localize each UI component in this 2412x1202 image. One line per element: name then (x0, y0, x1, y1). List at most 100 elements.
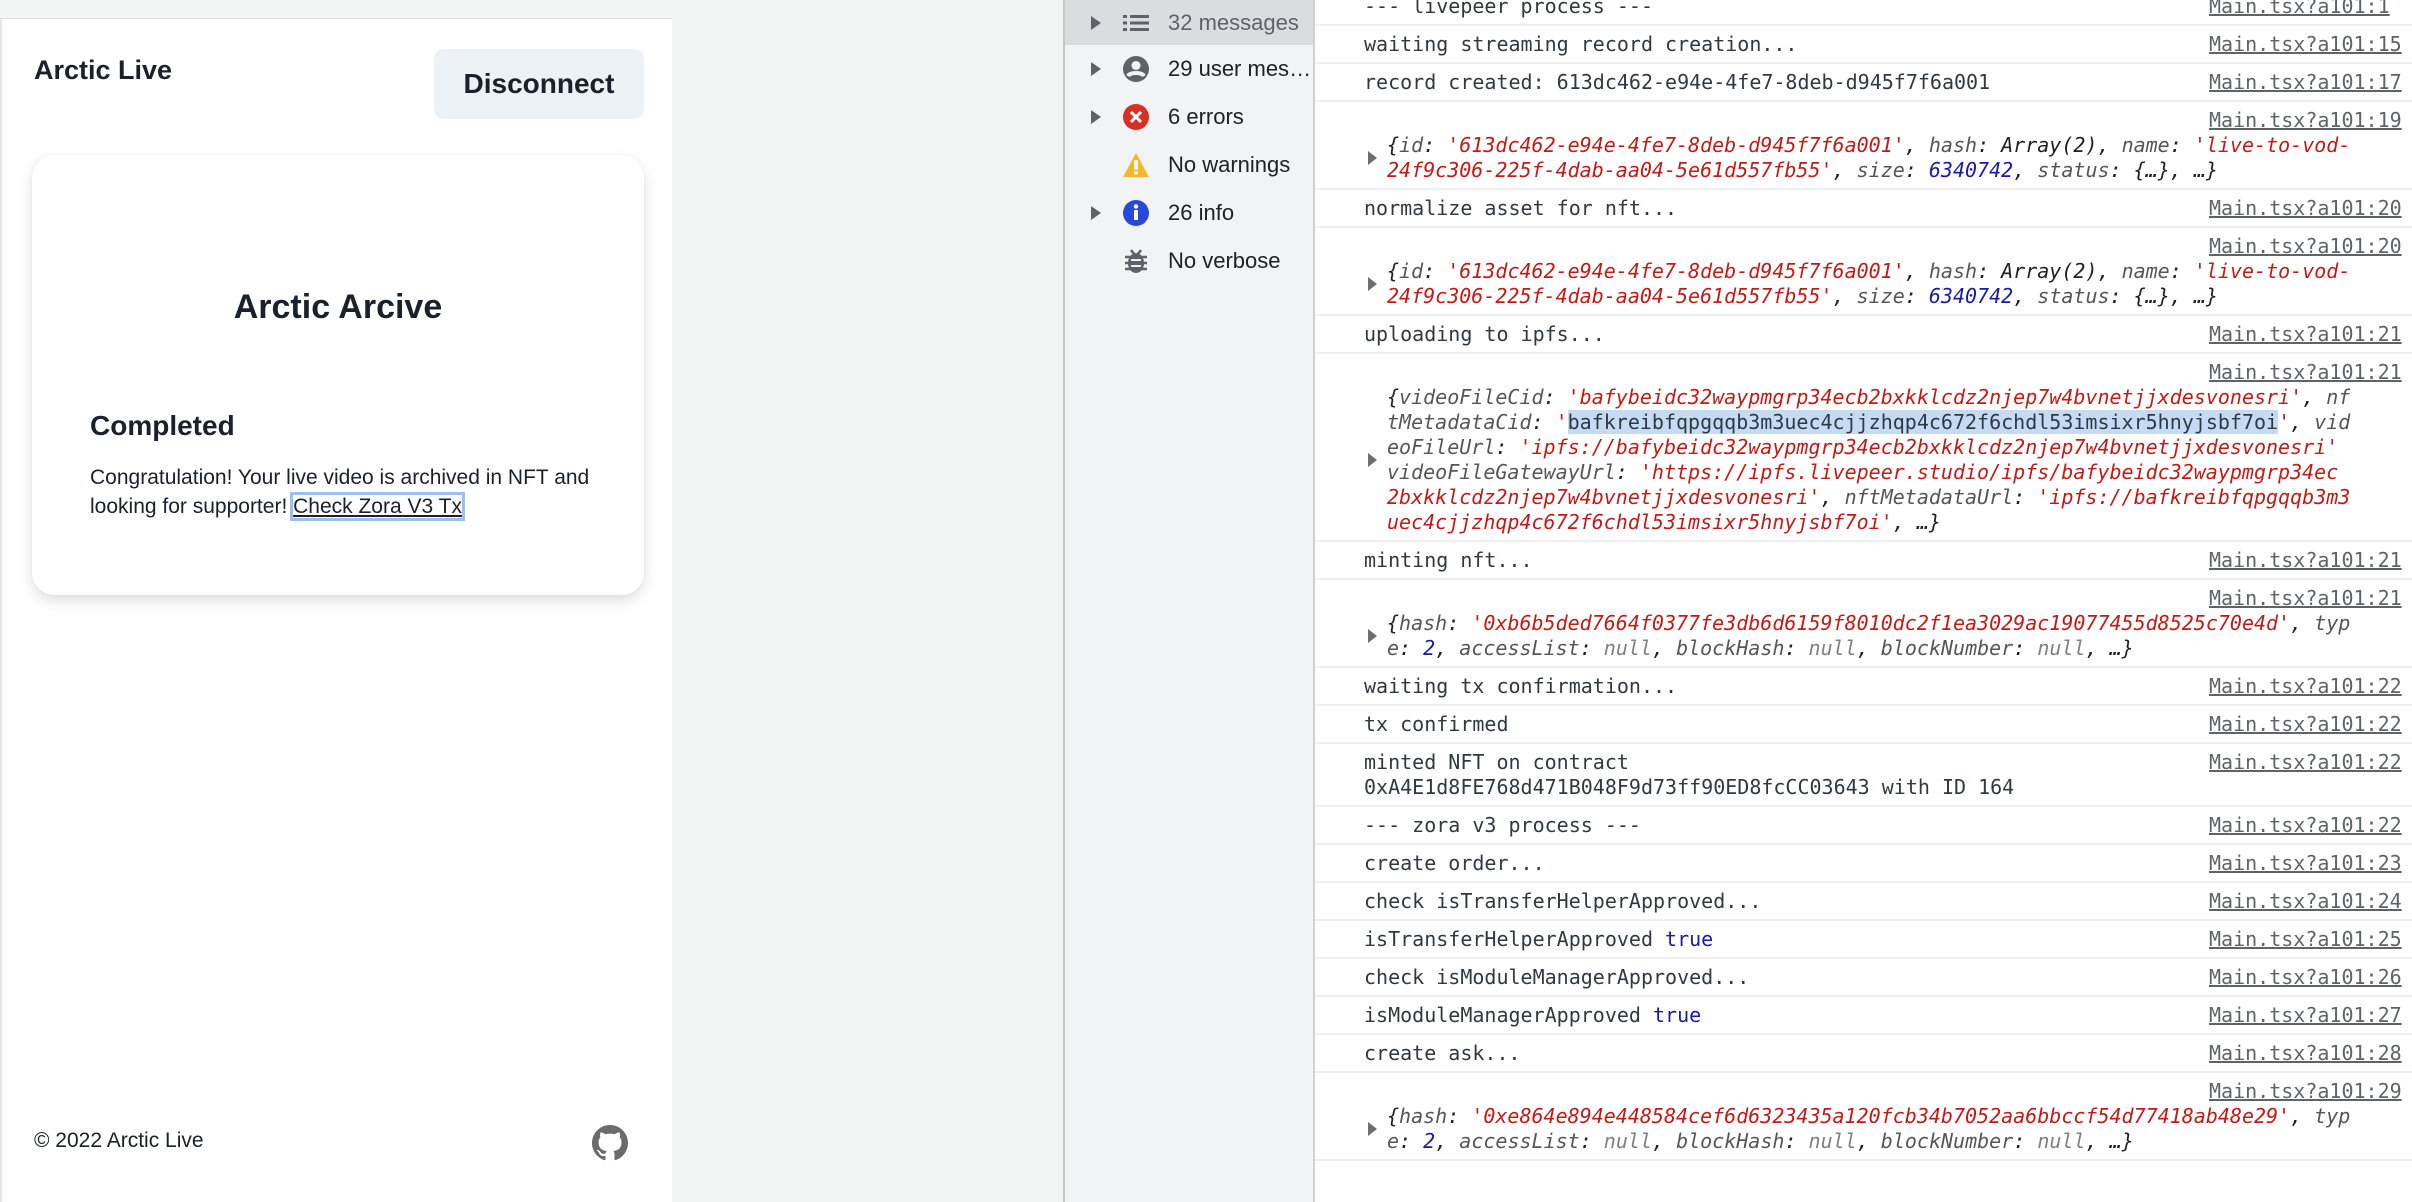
token: , (1435, 636, 1460, 660)
sidebar-item-list[interactable]: 32 messages (1065, 0, 1313, 45)
message-text: --- livepeer process --- (1364, 0, 2194, 19)
github-icon[interactable] (592, 1125, 628, 1161)
expand-triangle-icon[interactable] (1091, 110, 1101, 124)
message-text: minting nft... (1364, 548, 2194, 573)
object-preview[interactable]: {hash: '0xe864e894e448584cef6d6323435a12… (1364, 1104, 2412, 1154)
source-link[interactable]: Main.tsx?a101:17 (2209, 70, 2402, 95)
token: 2 (1423, 636, 1436, 660)
object-line: {id: '613dc462-e94e-4fe7-8deb-d945f7f6a0… (1387, 133, 2412, 158)
source-link[interactable]: Main.tsx?a101:22 (2209, 750, 2402, 775)
token: 'live-to-vod- (2193, 133, 2351, 157)
source-link[interactable]: Main.tsx?a101:28 (2209, 1041, 2402, 1066)
sidebar-item-info[interactable]: 26 info (1065, 189, 1313, 237)
sidebar-item-bug[interactable]: No verbose (1065, 237, 1313, 285)
expand-triangle-icon[interactable] (1368, 151, 1377, 165)
card-title: Arctic Arcive (233, 288, 443, 326)
sidebar-item-warning[interactable]: No warnings (1065, 141, 1313, 189)
source-link[interactable]: Main.tsx?a101:24 (2209, 889, 2402, 914)
object-preview[interactable]: {id: '613dc462-e94e-4fe7-8deb-d945f7f6a0… (1364, 259, 2412, 309)
source-link[interactable]: Main.tsx?a101:29 (2209, 1079, 2402, 1104)
object-line: uec4cjjzhqp4c672f6chdl53imsixr5hnyjsbf7o… (1387, 510, 2412, 535)
source-link[interactable]: Main.tsx?a101:23 (2209, 851, 2402, 876)
expand-triangle-icon[interactable] (1368, 1122, 1377, 1136)
token: : (1495, 435, 1520, 459)
message-text: waiting streaming record creation... (1364, 32, 2194, 57)
source-link[interactable]: Main.tsx?a101:21 (2209, 586, 2402, 611)
object-preview[interactable]: {hash: '0xb6b5ded7664f0377fe3db6d6159f80… (1364, 611, 2412, 661)
expand-triangle-icon[interactable] (1368, 629, 1377, 643)
token: 'https://ipfs.livepeer.studio/ipfs/bafyb… (1639, 460, 2339, 484)
source-link[interactable]: Main.tsx?a101:20 (2209, 196, 2402, 221)
token: status (2037, 158, 2110, 182)
source-link[interactable]: Main.tsx?a101:1 (2209, 0, 2390, 19)
console-message: Main.tsx?a101:29 {hash: '0xe864e894e44858… (1315, 1073, 2412, 1161)
source-link[interactable]: Main.tsx?a101:15 (2209, 32, 2402, 57)
sidebar-item-label: 26 info (1168, 200, 1235, 225)
token: accessList (1459, 636, 1580, 660)
sidebar-item-label: 29 user messages (1168, 56, 1313, 81)
console-message: Main.tsx?a101:19 {id: '613dc462-e94e-4fe7… (1315, 102, 2412, 190)
token: : (1579, 1129, 1604, 1153)
console-message: Main.tsx?a101:20 {id: '613dc462-e94e-4fe7… (1315, 228, 2412, 316)
source-link[interactable]: Main.tsx?a101:26 (2209, 965, 2402, 990)
expand-triangle-icon[interactable] (1368, 277, 1377, 291)
sidebar-item-label: No warnings (1168, 152, 1291, 177)
token: videoFileGatewayUrl (1387, 460, 1616, 484)
check-zora-tx-link[interactable]: Check Zora V3 Tx (290, 492, 465, 521)
token: , (2013, 284, 2038, 308)
error-icon (1122, 103, 1150, 131)
sidebar-item-error[interactable]: 6 errors (1065, 93, 1313, 141)
token: 'live-to-vod- (2193, 259, 2351, 283)
source-link[interactable]: Main.tsx?a101:19 (2209, 108, 2402, 133)
message-value: true (1652, 1003, 1702, 1027)
token: : (2169, 133, 2194, 157)
token: nf (2326, 385, 2351, 409)
token: typ (2314, 1104, 2351, 1128)
object-line: 2bxkklcdz2njep7w4bvnetjjxdesvonesri', nf… (1387, 485, 2412, 510)
token: eoFileUrl (1387, 435, 1496, 459)
message-text: --- zora v3 process --- (1364, 813, 2194, 838)
expand-triangle-icon[interactable] (1091, 206, 1101, 220)
message-value: true (1665, 927, 1714, 951)
source-link[interactable]: Main.tsx?a101:21 (2209, 322, 2402, 347)
token: '0xe864e894e448584cef6d6323435a120fcb34b… (1471, 1104, 2291, 1128)
token: : (1423, 133, 1448, 157)
source-link[interactable]: Main.tsx?a101:22 (2209, 674, 2402, 699)
source-link[interactable]: Main.tsx?a101:21 (2209, 360, 2402, 385)
token: 6340742 (1928, 158, 2014, 182)
object-line: {hash: '0xb6b5ded7664f0377fe3db6d6159f80… (1387, 611, 2412, 636)
object-preview[interactable]: {videoFileCid: 'bafybeidc32waypmgrp34ecb… (1364, 385, 2412, 535)
token: 24f9c306-225f-4dab-aa04-5e61d557fb55' (1387, 158, 1833, 182)
token: blockNumber (1880, 636, 2014, 660)
token: id (1399, 133, 1424, 157)
source-link[interactable]: Main.tsx?a101:22 (2209, 712, 2402, 737)
object-preview[interactable]: {id: '613dc462-e94e-4fe7-8deb-d945f7f6a0… (1364, 133, 2412, 183)
message-text: minted NFT on contract 0xA4E1d8FE768d471… (1364, 750, 2194, 800)
disconnect-button[interactable]: Disconnect (434, 49, 644, 119)
source-link[interactable]: Main.tsx?a101:20 (2209, 234, 2402, 259)
source-link[interactable]: Main.tsx?a101:27 (2209, 1003, 2402, 1028)
token: e (1387, 1129, 1400, 1153)
source-link[interactable]: Main.tsx?a101:22 (2209, 813, 2402, 838)
sidebar-item-user[interactable]: 29 user messages (1065, 45, 1313, 93)
token: , (1904, 259, 1929, 283)
token: : (1784, 636, 1809, 660)
archive-card: Arctic Arcive Completed Congratulation! … (32, 155, 644, 595)
token: , (2013, 158, 2038, 182)
token: { (1387, 1104, 1400, 1128)
message-text: create ask... (1364, 1041, 2194, 1066)
message-text: record created: 613dc462-e94e-4fe7-8deb-… (1364, 70, 2194, 95)
token: : (1904, 158, 1929, 182)
message-text: create order... (1364, 851, 2194, 876)
expand-triangle-icon[interactable] (1368, 453, 1377, 467)
source-link[interactable]: Main.tsx?a101:21 (2209, 548, 2402, 573)
footer-copyright: © 2022 Arctic Live (34, 1129, 204, 1152)
expand-triangle-icon[interactable] (1091, 62, 1101, 76)
token: , (2290, 611, 2315, 635)
warning-icon (1122, 151, 1150, 179)
source-link[interactable]: Main.tsx?a101:25 (2209, 927, 2402, 952)
token: , (2290, 1104, 2315, 1128)
token: , …} (1892, 510, 1941, 534)
expand-triangle-icon[interactable] (1091, 15, 1101, 30)
token: ' (1555, 410, 1568, 434)
